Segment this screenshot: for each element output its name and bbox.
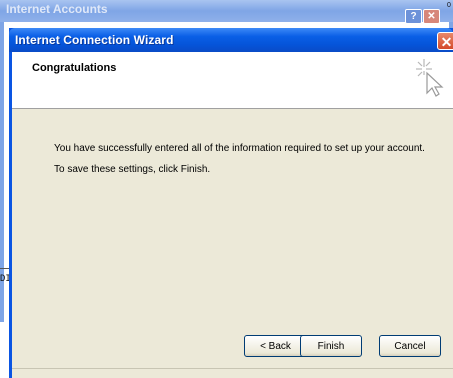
background-close-button[interactable]: ✕ [423, 9, 440, 24]
background-help-button[interactable]: ? [405, 9, 422, 24]
finish-button[interactable]: Finish [300, 335, 362, 357]
finish-instruction: To save these settings, click Finish. [54, 164, 211, 175]
background-window-titlebar: Internet Accounts [0, 0, 453, 22]
cursor-sparkle-icon [416, 59, 444, 97]
back-button[interactable]: < Back [244, 335, 307, 357]
success-message: You have successfully entered all of the… [54, 143, 425, 154]
wizard-header: Congratulations [12, 52, 453, 109]
cancel-button[interactable]: Cancel [379, 335, 441, 357]
header-title: Congratulations [32, 62, 117, 74]
background-corner-text: 0 [447, 2, 451, 9]
wizard-title: Internet Connection Wizard [15, 33, 174, 47]
wizard-close-button[interactable]: ✕ [437, 32, 453, 50]
background-window-title: Internet Accounts [6, 2, 108, 16]
wizard-titlebar[interactable]: Internet Connection Wizard [9, 28, 453, 52]
wizard-body: Congratulations You have successfully en… [12, 52, 453, 378]
footer-divider [12, 368, 453, 369]
wizard-window: Internet Connection Wizard ✕ Congratulat… [9, 28, 453, 378]
background-divider [0, 268, 9, 269]
